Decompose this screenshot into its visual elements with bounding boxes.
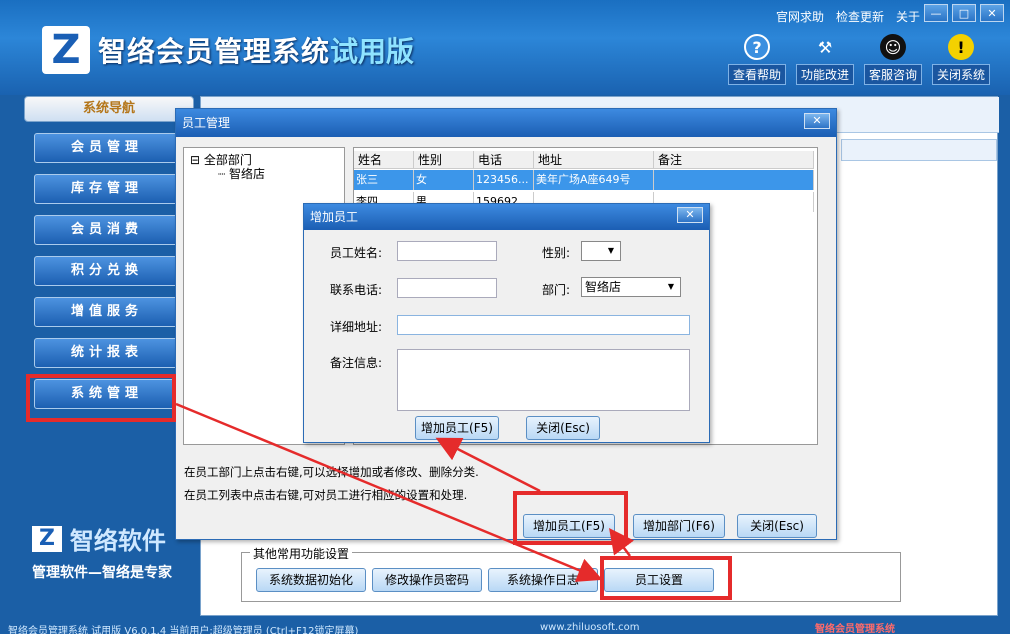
app-edition: 试用版	[330, 35, 415, 68]
status-brand: 智络会员管理系统	[815, 624, 895, 634]
app-header: Z 智络会员管理系统 试用版 官网求助 检查更新 关于 — □ ✕ ? 查看帮助…	[0, 0, 1010, 95]
cell-address: 美年广场A座649号	[534, 170, 654, 190]
phone-input[interactable]	[397, 278, 497, 298]
add-department-button[interactable]: 增加部门(F6)	[633, 514, 725, 538]
note-label: 备注信息:	[330, 356, 383, 370]
app-title: 智络会员管理系统	[98, 35, 331, 68]
cell-phone: 123456...	[474, 170, 534, 190]
add-dialog-close-button[interactable]: 关闭(Esc)	[526, 416, 600, 440]
help-label: 查看帮助	[728, 64, 786, 85]
address-label: 详细地址:	[330, 320, 383, 334]
employee-dialog-title: 员工管理	[176, 109, 836, 137]
status-url: www.zhiluosoft.com	[540, 622, 640, 633]
minimize-button[interactable]: —	[924, 4, 948, 22]
improve-button[interactable]: ⚒ 功能改进	[796, 34, 854, 85]
brand-logo-icon: Z	[32, 525, 62, 552]
brand-name: 智络软件	[69, 527, 166, 555]
department-value: 智络店	[585, 280, 622, 294]
close-window-button[interactable]: ✕	[980, 4, 1004, 22]
support-button[interactable]: ☺ 客服咨询	[864, 34, 922, 85]
other-functions-title: 其他常用功能设置	[250, 545, 353, 562]
table-row[interactable]: 张三 女 123456... 美年广场A座649号	[354, 170, 814, 190]
warning-icon: !	[948, 34, 974, 60]
gender-label: 性别:	[542, 246, 571, 260]
qq-icon: ☺	[880, 34, 906, 60]
close-button[interactable]: 关闭(Esc)	[737, 514, 817, 538]
add-dialog-add-button[interactable]: 增加员工(F5)	[415, 416, 499, 440]
annotation-box-system-management	[26, 374, 176, 422]
help-button[interactable]: ? 查看帮助	[728, 34, 786, 85]
tools-icon: ⚒	[817, 37, 833, 57]
chevron-down-icon: ▼	[667, 282, 675, 291]
maximize-button[interactable]: □	[952, 4, 976, 22]
col-phone[interactable]: 电话	[474, 151, 534, 168]
cell-note	[654, 170, 814, 190]
main-subbar	[841, 139, 997, 161]
note-textarea[interactable]	[397, 349, 690, 411]
department-label: 部门:	[542, 283, 571, 297]
phone-label: 联系电话:	[330, 283, 383, 297]
add-employee-dialog: 增加员工 ✕ 员工姓名: 性别: ▼ 联系电话: 部门: 智络店 ▼ 详细地址:…	[303, 203, 710, 443]
init-data-button[interactable]: 系统数据初始化	[256, 568, 366, 592]
link-help-online[interactable]: 官网求助	[776, 8, 824, 25]
brand-block: Z 智络软件 管理软件—智络是专家	[32, 521, 172, 582]
col-note[interactable]: 备注	[654, 151, 814, 168]
help-icon: ?	[744, 34, 770, 60]
improve-label: 功能改进	[796, 64, 854, 85]
sidebar-item-reports[interactable]: 统计报表	[34, 338, 180, 368]
sidebar-item-member[interactable]: 会员管理	[34, 133, 180, 163]
sidebar-item-consumption[interactable]: 会员消费	[34, 215, 180, 245]
support-label: 客服咨询	[864, 64, 922, 85]
department-select[interactable]: 智络店 ▼	[581, 277, 681, 297]
sidebar-title: 系统导航	[24, 96, 194, 122]
tree-node-store[interactable]: ┈ 智络店	[218, 165, 265, 182]
info-text-department: 在员工部门上点击右键,可以选择增加或者修改、删除分类.	[184, 465, 479, 479]
add-dialog-title: 增加员工	[304, 204, 709, 230]
top-links: 官网求助 检查更新 关于	[776, 8, 920, 25]
exit-label: 关闭系统	[932, 64, 990, 85]
brand-slogan: 管理软件—智络是专家	[32, 565, 172, 581]
chevron-down-icon: ▼	[607, 246, 615, 255]
col-name[interactable]: 姓名	[354, 151, 414, 168]
name-label: 员工姓名:	[330, 246, 383, 260]
col-gender[interactable]: 性别	[414, 151, 474, 168]
annotation-box-employee-settings	[600, 556, 732, 600]
other-functions-group: 其他常用功能设置 系统数据初始化 修改操作员密码 系统操作日志 员工设置	[241, 545, 901, 602]
employee-dialog-close-icon[interactable]: ✕	[804, 113, 830, 129]
quick-buttons: ? 查看帮助 ⚒ 功能改进 ☺ 客服咨询 ! 关闭系统	[728, 34, 990, 85]
sidebar-item-inventory[interactable]: 库存管理	[34, 174, 180, 204]
app-logo-icon: Z	[42, 26, 90, 74]
status-bar: 智络会员管理系统 试用版 V6.0.1.4 当前用户:超级管理员 (Ctrl+F…	[0, 622, 1010, 634]
annotation-box-add-employee	[513, 491, 628, 545]
operation-log-button[interactable]: 系统操作日志	[488, 568, 598, 592]
name-input[interactable]	[397, 241, 497, 261]
exit-button[interactable]: ! 关闭系统	[932, 34, 990, 85]
sidebar-item-points[interactable]: 积分兑换	[34, 256, 180, 286]
sidebar: 系统导航 会员管理 库存管理 会员消费 积分兑换 增值服务 统计报表 系统管理 …	[14, 96, 194, 616]
cell-gender: 女	[414, 170, 474, 190]
cell-name: 张三	[354, 170, 414, 190]
employee-list-header: 姓名 性别 电话 地址 备注	[354, 151, 814, 169]
address-input[interactable]	[397, 315, 690, 335]
link-check-update[interactable]: 检查更新	[836, 8, 884, 25]
gender-select[interactable]: ▼	[581, 241, 621, 261]
link-about[interactable]: 关于	[896, 8, 920, 25]
sidebar-item-value-added[interactable]: 增值服务	[34, 297, 180, 327]
status-text: 智络会员管理系统 试用版 V6.0.1.4 当前用户:超级管理员 (Ctrl+F…	[8, 626, 359, 634]
info-text-list: 在员工列表中点击右键,可对员工进行相应的设置和处理.	[184, 488, 468, 502]
window-controls: — □ ✕	[924, 4, 1004, 22]
add-dialog-close-icon[interactable]: ✕	[677, 207, 703, 223]
change-password-button[interactable]: 修改操作员密码	[372, 568, 482, 592]
col-address[interactable]: 地址	[534, 151, 654, 168]
